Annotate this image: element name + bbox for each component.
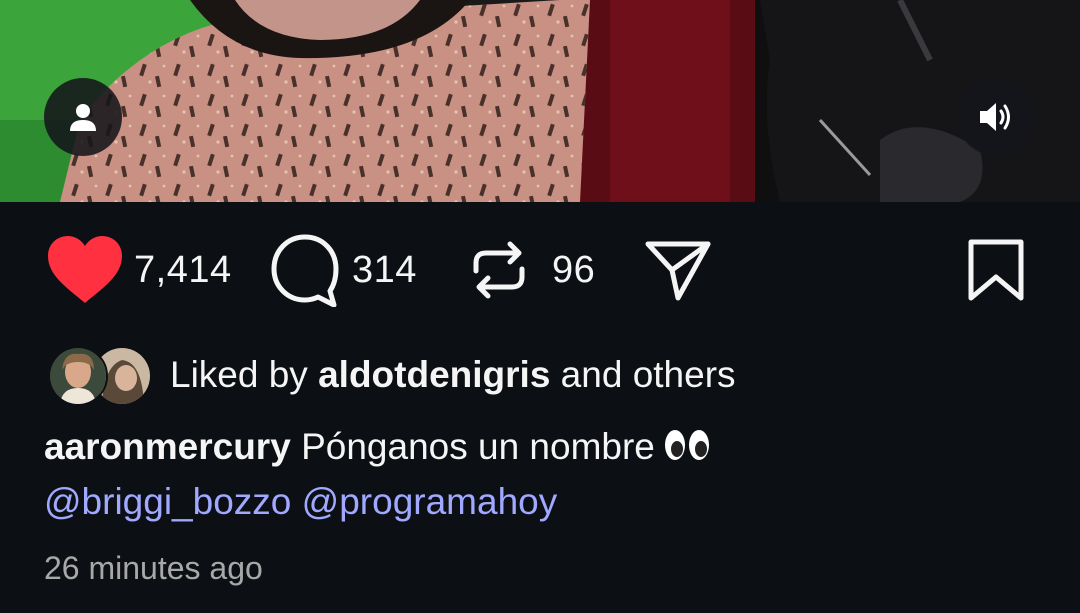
caption-text: Pónganos un nombre (290, 426, 655, 467)
share-action[interactable] (644, 228, 712, 312)
comment-bubble-icon[interactable] (270, 233, 340, 307)
liked-by-suffix[interactable]: and others (550, 354, 736, 395)
comment-count[interactable]: 314 (352, 249, 417, 292)
eyes-emoji (663, 427, 711, 474)
speaker-icon (980, 103, 1010, 131)
liked-by-text: Liked by aldotdenigris and others (170, 354, 736, 396)
avatar[interactable] (48, 346, 108, 406)
liked-by-prefix: Liked by (170, 354, 319, 395)
like-count[interactable]: 7,414 (134, 249, 232, 292)
caption-mentions: @briggi_bozzo @programahoy (44, 479, 557, 525)
avatar-image (50, 348, 106, 404)
repost-count[interactable]: 96 (552, 249, 595, 292)
post-timestamp: 26 minutes ago (44, 550, 263, 586)
bookmark-icon[interactable] (966, 237, 1026, 303)
person-icon (70, 104, 96, 131)
mention-link[interactable]: @briggi_bozzo (44, 481, 291, 522)
heart-filled-icon[interactable] (46, 235, 124, 305)
save-action[interactable] (966, 228, 1026, 312)
post-caption: aaronmercury Pónganos un nombre (44, 424, 711, 474)
liked-by-row[interactable]: Liked by aldotdenigris and others (48, 344, 736, 406)
comment-action: 314 (270, 228, 417, 312)
sound-toggle-button[interactable] (957, 78, 1035, 156)
liker-avatars[interactable] (48, 344, 152, 406)
tagged-people-button[interactable] (44, 78, 122, 156)
mention-link[interactable]: @programahoy (302, 481, 558, 522)
repost-action: 96 (468, 228, 595, 312)
repost-icon[interactable] (468, 237, 530, 303)
caption-username[interactable]: aaronmercury (44, 426, 291, 467)
video-frame (0, 0, 1080, 202)
like-action: 7,414 (46, 228, 232, 312)
send-icon[interactable] (644, 238, 712, 302)
liked-by-username[interactable]: aldotdenigris (318, 354, 550, 395)
post-media[interactable] (0, 0, 1080, 202)
action-bar: 7,414 314 96 (0, 228, 1080, 312)
